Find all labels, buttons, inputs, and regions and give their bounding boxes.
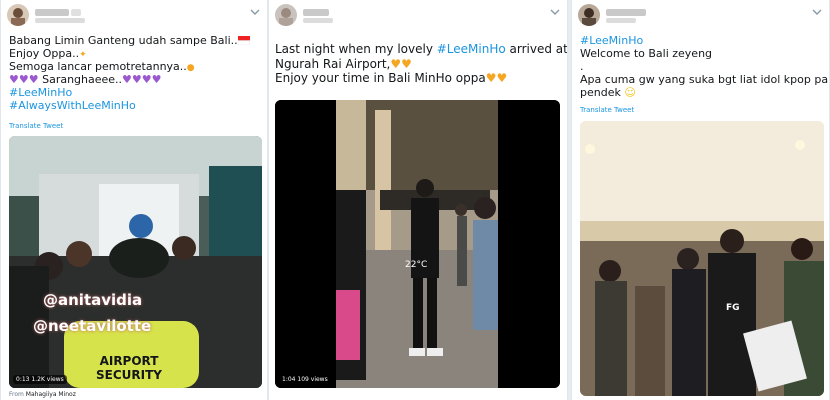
tweet-header	[275, 4, 561, 28]
tweet-line: .	[580, 60, 584, 73]
tweet-line: Apa cuma gw yang suka bgt liat idol kpop…	[580, 73, 829, 86]
orange-heart-icon: ♥♥	[485, 71, 508, 85]
translate-tweet-link[interactable]: Translate Tweet	[580, 106, 634, 114]
tweet-text: Babang Limin Ganteng udah sampe Bali.. E…	[9, 34, 250, 112]
orange-heart-icon: ♥♥	[390, 56, 412, 71]
author-name-blurred[interactable]	[606, 9, 646, 16]
grin-icon: ☺	[624, 86, 636, 99]
video-frame	[9, 136, 262, 388]
tweet-line: Ngurah Rai Airport,	[275, 56, 391, 71]
tweet-line: Saranghaeee..	[42, 73, 123, 86]
chevron-down-icon[interactable]	[249, 6, 261, 18]
tweet-line: Semoga lancar pemotretannya..	[9, 60, 187, 73]
purple-heart-icon: ♥♥♥♥	[122, 73, 162, 86]
tweet-line: Babang Limin Ganteng udah sampe Bali..	[9, 34, 238, 47]
hashtag-link[interactable]: #LeeMinHo	[580, 34, 829, 47]
tweet-line: Welcome to Bali zeyeng	[580, 47, 713, 60]
hibiscus-flag-icon	[237, 34, 250, 47]
overlay-username: @anitavidia	[43, 291, 143, 309]
avatar[interactable]	[275, 4, 297, 26]
video-duration-badge: 0:13 1.2K views	[13, 375, 67, 384]
tweet-card-2[interactable]: Last night when my lovely #LeeMinHo arri…	[268, 0, 568, 400]
tweet-card-3[interactable]: #LeeMinHo Welcome to Bali zeyeng . Apa c…	[571, 0, 830, 400]
tweet-card-1[interactable]: Babang Limin Ganteng udah sampe Bali.. E…	[0, 0, 268, 400]
video-player[interactable]: 22°C 1:04 109 views	[275, 100, 560, 388]
video-duration: 0:13	[16, 376, 30, 383]
source-user-link[interactable]: Mahagiiya Minoz	[26, 391, 76, 398]
view-count: 1.2K views	[31, 376, 64, 383]
author-name-blurred[interactable]	[303, 9, 329, 16]
vest-text: AIRPORT SECURITY	[96, 354, 162, 382]
tweet-line: Enjoy your time in Bali MinHo oppa	[275, 71, 486, 85]
video-player[interactable]: @anitavidia @neetavilotte AIRPORT SECURI…	[9, 136, 262, 388]
tweet-line: Enjoy Oppa..	[9, 47, 80, 60]
tweet-line: pendek	[580, 86, 621, 99]
temperature-overlay: 22°C	[405, 260, 428, 270]
photo-image	[580, 121, 824, 396]
avatar[interactable]	[7, 4, 29, 26]
author-handle-blurred	[35, 18, 85, 23]
shirt-text: FG	[726, 303, 740, 313]
tweet-line: Last night when my lovely	[275, 42, 437, 56]
view-count: 109 views	[297, 376, 328, 383]
overlay-username: @neetavilotte	[33, 317, 152, 335]
video-frame	[275, 100, 560, 388]
translate-tweet-link[interactable]: Translate Tweet	[9, 122, 63, 130]
tweet-text: Last night when my lovely #LeeMinHo arri…	[275, 42, 568, 86]
avatar[interactable]	[578, 4, 600, 26]
purple-heart-icon: ♥♥♥	[9, 73, 39, 86]
from-label: From	[9, 391, 24, 398]
party-icon: ✦	[79, 50, 87, 60]
hashtag-link[interactable]: #LeeMinHo	[437, 42, 506, 56]
tweet-line: arrived at	[505, 42, 568, 56]
tweet-header	[578, 4, 823, 28]
tweet-text: #LeeMinHo Welcome to Bali zeyeng . Apa c…	[580, 34, 829, 99]
author-handle-blurred	[303, 18, 333, 23]
hashtag-link[interactable]: #AlwaysWithLeeMinHo	[9, 99, 250, 112]
hug-icon: ●	[186, 63, 195, 73]
tweet-header	[7, 4, 261, 28]
chevron-down-icon[interactable]	[811, 6, 823, 18]
author-handle-blurred	[606, 18, 636, 23]
video-duration: 1:04	[282, 376, 296, 383]
video-source: From Mahagiiya Minoz	[9, 391, 76, 398]
author-name-blurred	[71, 9, 81, 16]
chevron-down-icon[interactable]	[549, 6, 561, 18]
hashtag-link[interactable]: #LeeMinHo	[9, 86, 250, 99]
author-name-blurred[interactable]	[35, 9, 69, 16]
photo[interactable]: FG	[580, 121, 824, 396]
video-duration-badge: 1:04 109 views	[279, 375, 331, 384]
